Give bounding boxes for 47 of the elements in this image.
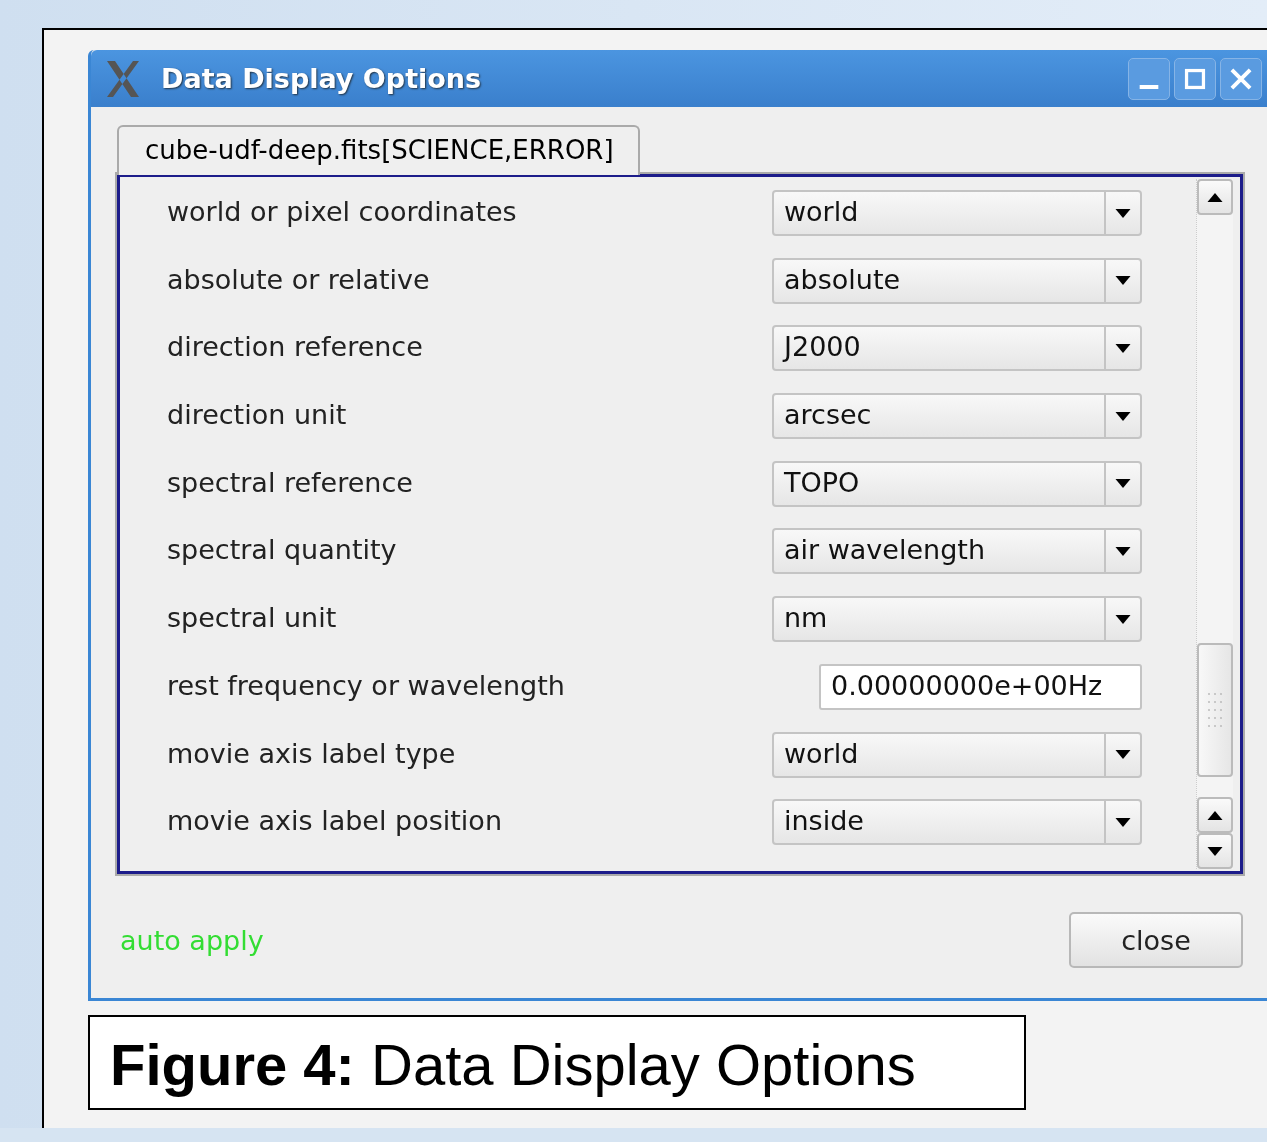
scroll-up-button[interactable] bbox=[1197, 179, 1233, 215]
scroll-up-button[interactable] bbox=[1197, 797, 1233, 833]
dropdown[interactable]: air wavelength bbox=[772, 528, 1142, 575]
scroll-thumb[interactable] bbox=[1197, 643, 1233, 777]
close-button[interactable]: close bbox=[1069, 912, 1243, 968]
dropdown[interactable]: arcsec bbox=[772, 393, 1142, 440]
grip-icon bbox=[1207, 692, 1223, 728]
caret-icon bbox=[1115, 276, 1131, 286]
input-field[interactable]: 0.00000000e+00Hz bbox=[819, 663, 1142, 710]
maximize-button[interactable] bbox=[1174, 57, 1216, 100]
minimize-button[interactable] bbox=[1128, 57, 1170, 100]
option-label: spectral quantity bbox=[167, 534, 397, 566]
caret-icon bbox=[1115, 614, 1131, 624]
option-label: movie axis label position bbox=[167, 805, 502, 837]
caret-icon bbox=[1115, 343, 1131, 353]
dropdown[interactable]: nm bbox=[772, 596, 1142, 643]
minimize-icon bbox=[1139, 84, 1159, 89]
caret-icon bbox=[1115, 208, 1131, 218]
dropdown[interactable]: TOPO bbox=[772, 460, 1142, 507]
down-arrow-icon bbox=[1207, 846, 1223, 856]
caret-icon bbox=[1115, 817, 1131, 827]
scroll-down-button[interactable] bbox=[1197, 833, 1233, 869]
dropdown[interactable]: world bbox=[772, 190, 1142, 236]
dropdown[interactable]: absolute bbox=[772, 257, 1142, 304]
caret-icon bbox=[1115, 546, 1131, 556]
up-arrow-icon bbox=[1207, 192, 1223, 202]
dropdown[interactable]: J2000 bbox=[772, 325, 1142, 372]
option-label: spectral reference bbox=[167, 466, 413, 498]
option-label: direction unit bbox=[167, 399, 347, 431]
option-label: spectral unit bbox=[167, 602, 337, 634]
option-label: movie axis label type bbox=[167, 737, 456, 769]
option-label: world or pixel coordinates bbox=[167, 196, 517, 227]
tab[interactable]: cube-udf-deep.fits[SCIENCE,ERROR] bbox=[117, 125, 640, 175]
figure-caption: Figure 4: Data Display Options bbox=[88, 1015, 1026, 1110]
window-title: Data Display Options bbox=[161, 63, 483, 94]
dropdown[interactable]: world bbox=[772, 731, 1142, 778]
dropdown[interactable]: inside bbox=[772, 799, 1142, 846]
option-label: direction reference bbox=[167, 331, 423, 363]
caret-icon bbox=[1115, 750, 1131, 759]
option-label: absolute or relative bbox=[167, 263, 430, 295]
caret-icon bbox=[1115, 411, 1131, 421]
option-label: rest frequency or wavelength bbox=[167, 669, 565, 701]
up-arrow-icon bbox=[1207, 810, 1223, 820]
caret-icon bbox=[1115, 479, 1131, 489]
close-window-button[interactable] bbox=[1220, 57, 1262, 100]
auto-apply-label: auto apply bbox=[120, 924, 264, 956]
scrollbar[interactable] bbox=[1196, 179, 1233, 869]
